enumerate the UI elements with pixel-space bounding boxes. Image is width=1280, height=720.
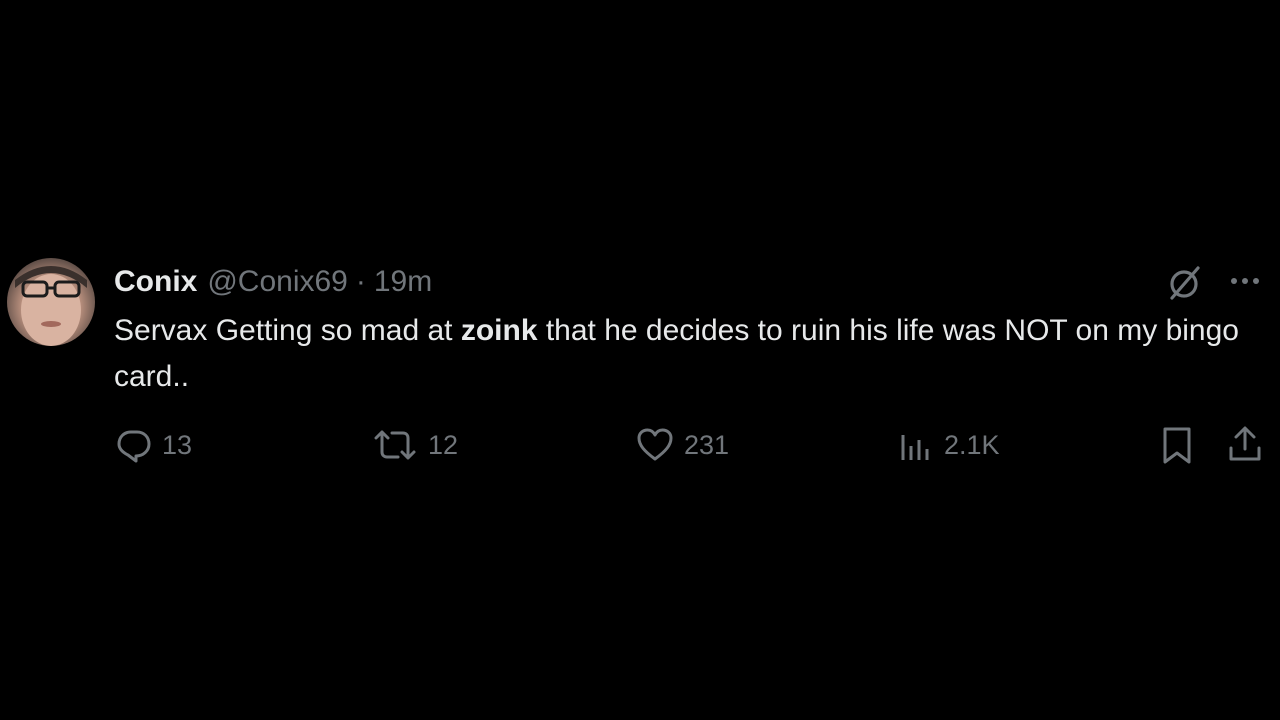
- grok-icon[interactable]: [1164, 263, 1204, 303]
- separator-dot: ·: [355, 265, 366, 298]
- user-handle[interactable]: @Conix69: [207, 265, 348, 299]
- reply-count: 13: [162, 429, 193, 460]
- views-count: 2.1K: [944, 429, 1000, 460]
- reply-button[interactable]: 13: [116, 424, 192, 466]
- avatar[interactable]: [7, 258, 95, 346]
- share-button[interactable]: [1226, 424, 1264, 469]
- heart-icon: [637, 428, 673, 461]
- views-button[interactable]: 2.1K: [898, 424, 1000, 466]
- display-name[interactable]: Conix: [114, 265, 197, 299]
- views-icon: [901, 435, 929, 460]
- repost-icon: [374, 430, 416, 460]
- bookmark-button[interactable]: [1160, 426, 1194, 471]
- repost-button[interactable]: 12: [372, 424, 458, 466]
- bookmark-icon: [1163, 427, 1191, 464]
- tweet[interactable]: Conix @Conix69 · 19m Servax Getting so m…: [0, 0, 1280, 720]
- share-icon: [1229, 426, 1261, 461]
- tweet-text: Servax Getting so mad at zoink that he d…: [114, 308, 1254, 400]
- tweet-text-bold: zoink: [460, 314, 538, 347]
- reply-icon: [117, 430, 151, 463]
- like-count: 231: [684, 429, 730, 460]
- repost-count: 12: [428, 429, 459, 460]
- tweet-header: Conix @Conix69 · 19m: [114, 262, 432, 302]
- more-icon[interactable]: [1226, 268, 1266, 294]
- timestamp[interactable]: 19m: [374, 265, 432, 299]
- tweet-text-part: Servax Getting so mad at: [114, 314, 461, 347]
- like-button[interactable]: 231: [636, 424, 729, 466]
